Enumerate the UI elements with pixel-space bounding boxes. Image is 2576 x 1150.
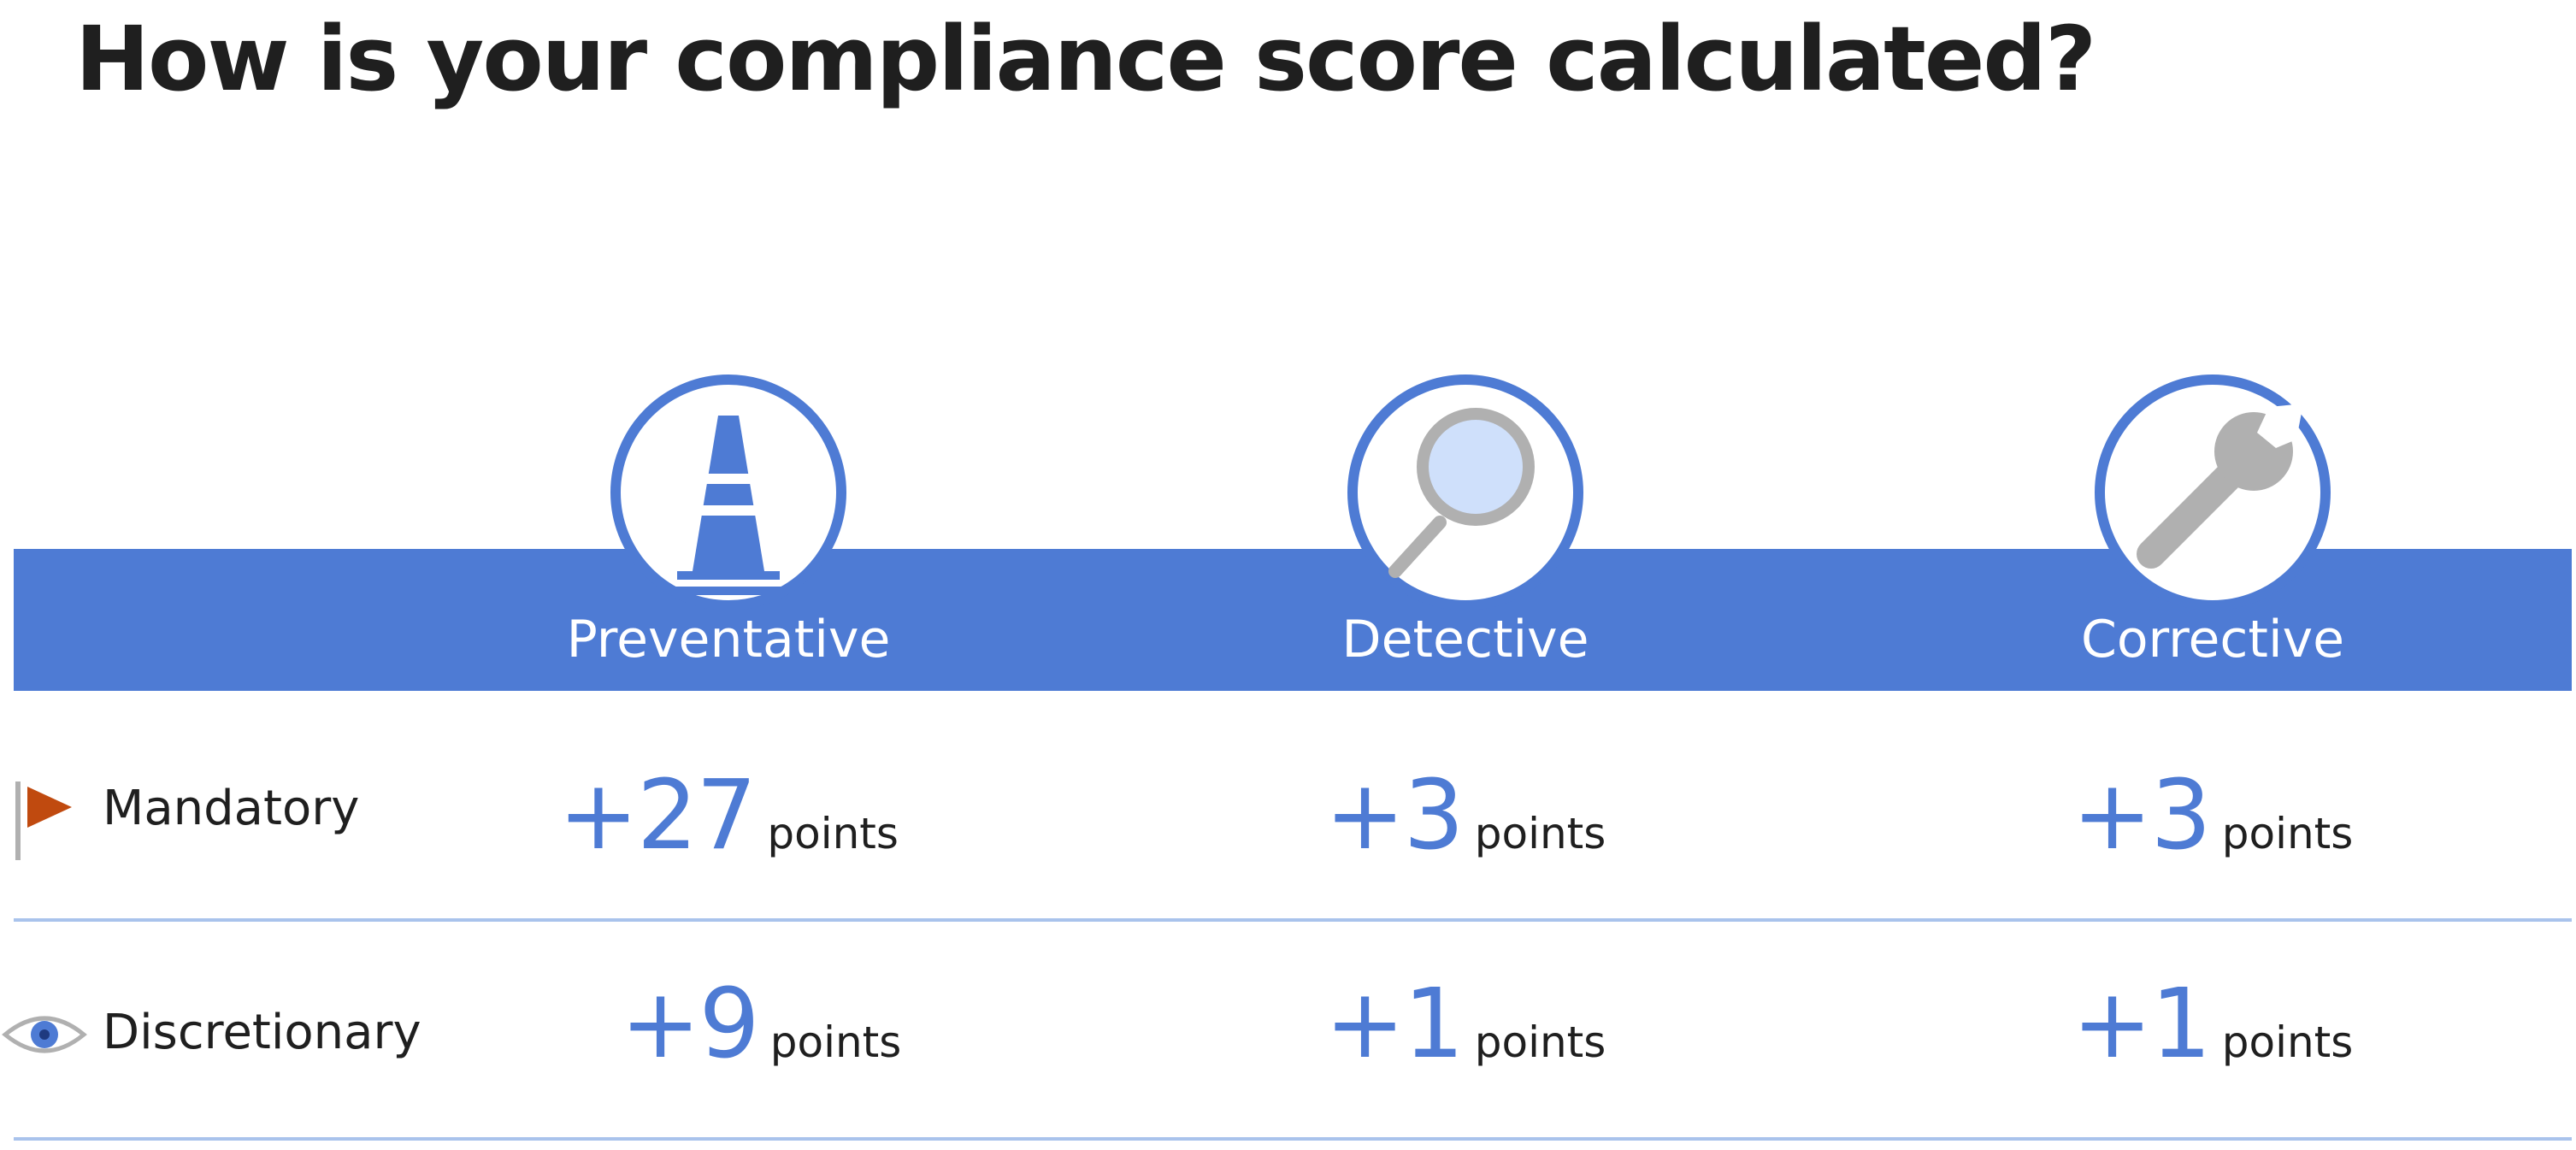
cell-discretionary-detective: +1 points: [1209, 976, 1722, 1072]
points-value: +3: [1324, 760, 1465, 871]
row-label-discretionary: Discretionary: [103, 1005, 421, 1060]
points-unit: points: [2221, 1017, 2354, 1067]
column-preventative: Preventative: [472, 373, 985, 691]
cell-mandatory-corrective: +3 points: [1956, 768, 2469, 864]
points-unit: points: [767, 809, 899, 858]
row-label-mandatory: Mandatory: [103, 781, 360, 836]
points-value: +1: [1324, 969, 1465, 1080]
column-label-corrective: Corrective: [2080, 610, 2345, 669]
column-label-detective: Detective: [1341, 610, 1589, 669]
eye-icon: [2, 1009, 87, 1060]
points-value: +1: [2072, 969, 2212, 1080]
column-label-preventative: Preventative: [566, 610, 891, 669]
row-divider: [14, 1137, 2572, 1141]
cell-discretionary-preventative: +9 points: [504, 976, 1017, 1072]
points-value: +27: [558, 760, 757, 871]
column-detective: Detective: [1209, 373, 1722, 691]
row-divider: [14, 918, 2572, 922]
points-unit: points: [2221, 809, 2354, 858]
points-value: +9: [620, 969, 760, 1080]
points-value: +3: [2072, 760, 2212, 871]
points-unit: points: [1474, 809, 1606, 858]
column-corrective: Corrective: [1956, 373, 2469, 691]
points-unit: points: [1474, 1017, 1606, 1067]
magnifier-icon: [1346, 373, 1585, 612]
cell-mandatory-preventative: +27 points: [472, 768, 985, 864]
flag-icon: [12, 778, 80, 864]
cell-mandatory-detective: +3 points: [1209, 768, 1722, 864]
wrench-icon: [2093, 373, 2332, 612]
cell-discretionary-corrective: +1 points: [1956, 976, 2469, 1072]
points-unit: points: [769, 1017, 902, 1067]
traffic-cone-icon: [609, 373, 848, 612]
page-title: How is your compliance score calculated?: [75, 7, 2096, 111]
